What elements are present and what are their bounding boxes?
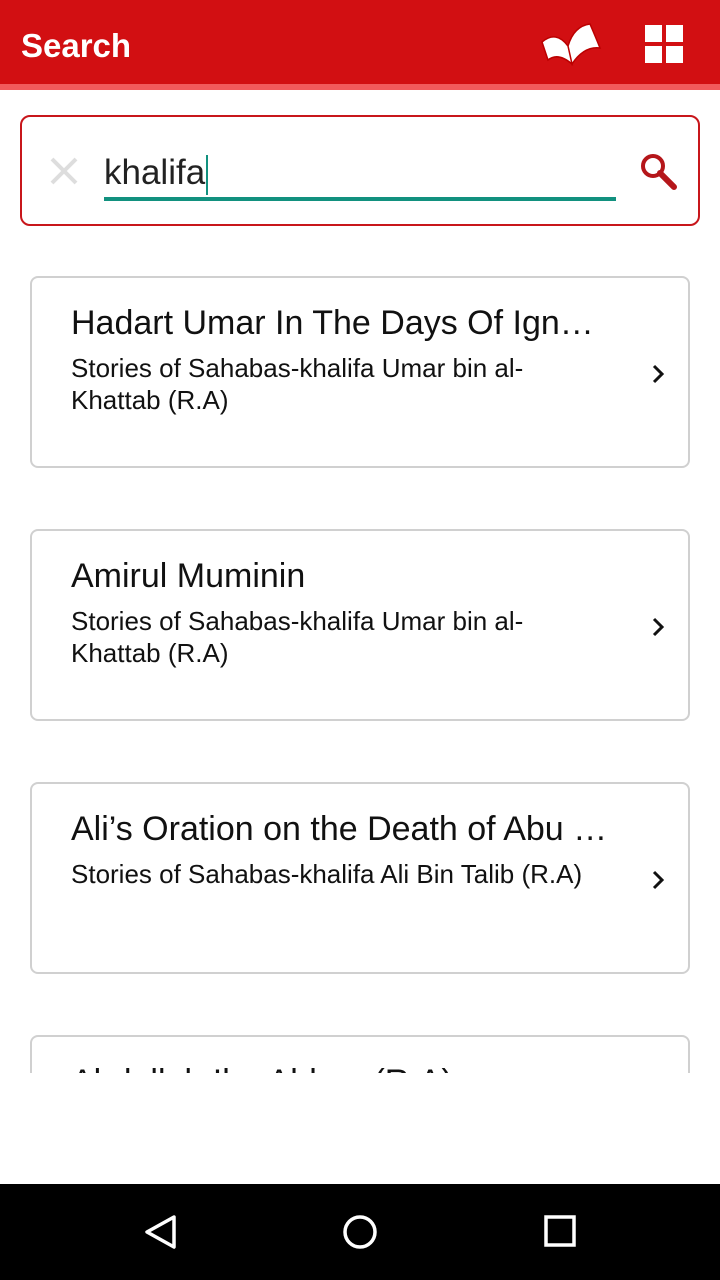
item-subtitle: Stories of Sahabas-khalifa Umar bin al-K… [71, 606, 524, 668]
app-bar: Search [0, 0, 720, 90]
grid-menu-icon[interactable] [645, 25, 683, 63]
system-nav-bar [0, 1184, 720, 1280]
chevron-right-icon [652, 364, 665, 384]
item-title: Abdullah Ibn Abbas (R.A) [71, 1063, 611, 1073]
open-book-icon[interactable] [538, 20, 602, 70]
item-title: Amirul Muminin [71, 557, 306, 595]
search-icon[interactable] [638, 151, 678, 191]
list-item[interactable]: Ali’s Oration on the Death of Abu Bakr S… [30, 782, 690, 974]
item-subtitle: Stories of Sahabas-khalifa Ali Bin Talib… [71, 859, 583, 889]
chevron-right-icon [652, 617, 665, 637]
item-title: Hadart Umar In The Days Of Ignorance [71, 304, 611, 342]
clear-icon[interactable] [48, 155, 80, 187]
list-item[interactable]: Hadart Umar In The Days Of Ignorance Sto… [30, 276, 690, 468]
home-icon[interactable] [342, 1214, 378, 1250]
back-icon[interactable] [142, 1214, 178, 1250]
recents-icon[interactable] [543, 1214, 577, 1248]
list-item[interactable]: Amirul Muminin Stories of Sahabas-khalif… [30, 529, 690, 721]
page-title: Search [21, 27, 132, 64]
results-list[interactable]: Hadart Umar In The Days Of Ignorance Sto… [0, 250, 720, 1073]
item-title: Ali’s Oration on the Death of Abu Bakr [71, 810, 611, 848]
chevron-right-icon [652, 870, 665, 890]
search-input[interactable]: khalifa [104, 147, 616, 201]
list-item[interactable]: Abdullah Ibn Abbas (R.A) [30, 1035, 690, 1073]
item-subtitle: Stories of Sahabas-khalifa Umar bin al-K… [71, 353, 524, 415]
search-box: khalifa [20, 115, 700, 226]
